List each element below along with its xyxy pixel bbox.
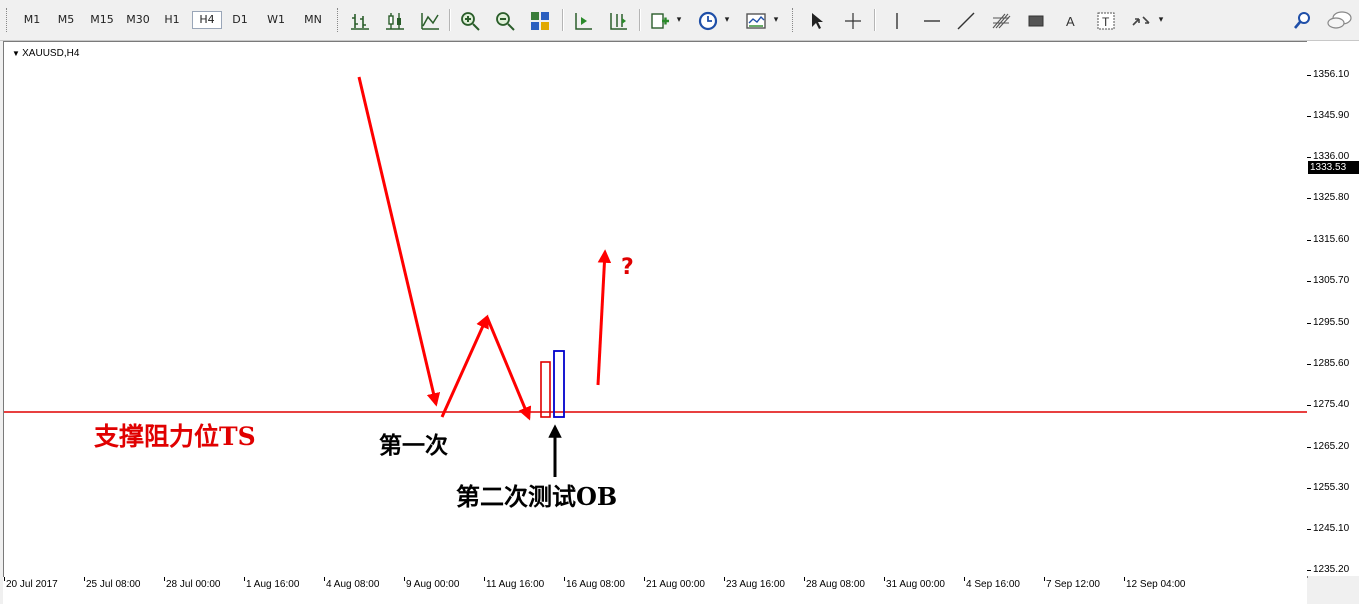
toolbar-separator [449, 9, 451, 31]
trendline-icon[interactable] [955, 10, 977, 32]
time-axis[interactable]: 20 Jul 2017 25 Jul 08:00 28 Jul 00:00 1 … [3, 577, 1307, 604]
cursor-icon[interactable] [806, 10, 828, 32]
price-tick: 1325.80 [1313, 192, 1350, 203]
zoom-out-icon[interactable] [494, 10, 516, 32]
timeframe-w1-button[interactable]: W1 [262, 12, 290, 28]
time-tick: 9 Aug 00:00 [406, 579, 460, 590]
timeframe-h4-button[interactable]: H4 [192, 11, 222, 29]
horizontal-line-icon[interactable] [921, 10, 943, 32]
time-tick: 1 Aug 16:00 [246, 579, 300, 590]
up-arrow-bounce[interactable] [440, 314, 489, 418]
timeframe-m15-button[interactable]: M15 [86, 12, 118, 28]
rectangle-icon[interactable] [1025, 10, 1047, 32]
price-tick: 1275.40 [1313, 399, 1350, 410]
indicators-icon[interactable] [649, 10, 671, 32]
arrows-icon[interactable] [1130, 10, 1152, 32]
down-arrow-first[interactable] [357, 76, 441, 407]
timeframe-d1-button[interactable]: D1 [226, 12, 254, 28]
price-tick: 1235.20 [1313, 564, 1350, 575]
current-price-label: 1333.53 [1308, 161, 1359, 174]
chart-area[interactable]: ▼ XAUUSD,H4 支撑阻力位TS 第一次 第二次测试OB ? [3, 41, 1308, 578]
chat-icon[interactable] [1326, 10, 1354, 32]
text-label-icon[interactable]: T [1095, 10, 1117, 32]
timeframe-m30-button[interactable]: M30 [122, 12, 154, 28]
timeframe-m5-button[interactable]: M5 [52, 12, 80, 28]
down-arrow-second[interactable] [485, 316, 532, 421]
time-tick: 20 Jul 2017 [6, 579, 58, 590]
templates-icon[interactable] [745, 10, 767, 32]
time-tick: 23 Aug 16:00 [726, 579, 785, 590]
price-tick: 1255.30 [1313, 482, 1350, 493]
first-test-label: 第一次 [379, 432, 448, 459]
candlestick-icon[interactable] [384, 10, 406, 32]
text-icon[interactable]: A [1060, 10, 1082, 32]
bar-chart-icon[interactable] [349, 10, 371, 32]
chart-drawing-layer [4, 76, 1307, 477]
chevron-down-icon[interactable]: ▾ [722, 12, 732, 28]
zoom-in-icon[interactable] [459, 10, 481, 32]
second-test-label: 第二次测试OB [456, 482, 618, 511]
ob-box-red[interactable] [540, 361, 551, 418]
auto-scroll-icon[interactable] [572, 10, 594, 32]
toolbar-grip[interactable] [6, 8, 10, 32]
toolbar-grip[interactable] [337, 8, 341, 32]
up-arrow-question[interactable] [596, 249, 612, 386]
price-tick: 1245.10 [1313, 523, 1350, 534]
chevron-down-icon[interactable]: ▾ [674, 12, 684, 28]
chevron-down-icon[interactable]: ▾ [771, 12, 781, 28]
question-mark-label: ? [621, 255, 634, 280]
support-label: 支撑阻力位TS [94, 422, 256, 451]
time-tick: 4 Sep 16:00 [966, 579, 1020, 590]
vertical-line-icon[interactable] [886, 10, 908, 32]
ob-box-blue[interactable] [553, 350, 565, 418]
chart-shift-icon[interactable] [607, 10, 629, 32]
timeframe-m1-button[interactable]: M1 [18, 12, 46, 28]
toolbar-grip[interactable] [792, 8, 796, 32]
time-tick: 31 Aug 00:00 [886, 579, 945, 590]
timeframe-mn-button[interactable]: MN [298, 12, 328, 28]
time-tick: 28 Aug 08:00 [806, 579, 865, 590]
time-tick: 4 Aug 08:00 [326, 579, 380, 590]
price-tick: 1345.90 [1313, 110, 1350, 121]
price-tick: 1305.70 [1313, 275, 1350, 286]
search-icon[interactable] [1292, 10, 1314, 32]
crosshair-icon[interactable] [842, 10, 864, 32]
price-axis[interactable]: 1356.10 1345.90 1336.00 1333.53 1325.80 … [1307, 41, 1359, 576]
time-tick: 25 Jul 08:00 [86, 579, 141, 590]
timeframe-h1-button[interactable]: H1 [158, 12, 186, 28]
time-tick: 21 Aug 00:00 [646, 579, 705, 590]
chart-toolbar: M1 M5 M15 M30 H1 H4 D1 W1 MN ▾ ▾ ▾ A T ▾ [0, 0, 1359, 41]
price-tick: 1285.60 [1313, 358, 1350, 369]
line-chart-icon[interactable] [419, 10, 441, 32]
time-tick: 28 Jul 00:00 [166, 579, 221, 590]
toolbar-separator [874, 9, 876, 31]
svg-text:A: A [1066, 14, 1075, 29]
tile-windows-icon[interactable] [529, 10, 551, 32]
chevron-down-icon[interactable]: ▾ [1156, 12, 1166, 28]
time-tick: 7 Sep 12:00 [1046, 579, 1100, 590]
toolbar-separator [562, 9, 564, 31]
svg-text:T: T [1102, 15, 1110, 29]
time-tick: 16 Aug 08:00 [566, 579, 625, 590]
time-tick: 12 Sep 04:00 [1126, 579, 1186, 590]
price-tick: 1315.60 [1313, 234, 1350, 245]
price-tick: 1295.50 [1313, 317, 1350, 328]
periods-icon[interactable] [697, 10, 719, 32]
fibonacci-icon[interactable] [990, 10, 1012, 32]
price-tick: 1356.10 [1313, 69, 1350, 80]
toolbar-separator [639, 9, 641, 31]
price-tick: 1265.20 [1313, 441, 1350, 452]
time-tick: 11 Aug 16:00 [486, 579, 545, 590]
